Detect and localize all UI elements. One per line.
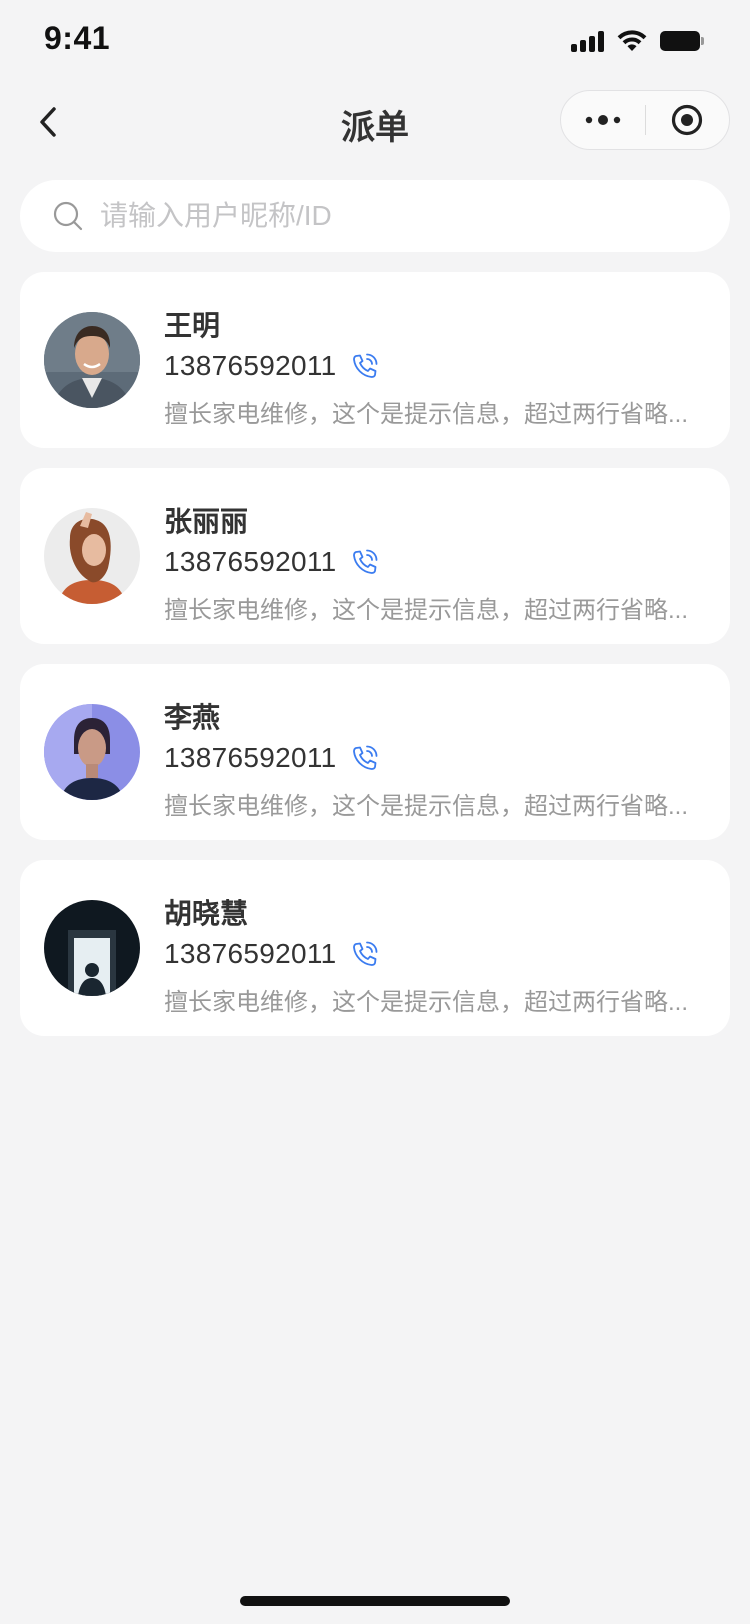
- close-button[interactable]: [646, 91, 730, 149]
- call-button[interactable]: [351, 352, 379, 380]
- avatar: [44, 900, 140, 996]
- nav-bar: 派单: [0, 80, 750, 164]
- phone-number: 13876592011: [164, 546, 337, 577]
- target-circle-icon: [672, 104, 703, 136]
- mini-program-capsule: [560, 90, 730, 150]
- more-dots-icon: [585, 115, 620, 125]
- worker-phone: 13876592011: [164, 546, 379, 578]
- more-button[interactable]: [561, 91, 645, 149]
- search-input[interactable]: [100, 200, 680, 232]
- phone-number: 13876592011: [164, 742, 337, 773]
- worker-name: 王明: [164, 310, 221, 341]
- dispatch-screen: 9:41 派单 请输入用户昵称/ID 王明 13876592011 擅长家电维修…: [0, 0, 750, 1624]
- avatar: [44, 508, 140, 604]
- cellular-signal-icon: [571, 30, 604, 52]
- call-button[interactable]: [351, 548, 379, 576]
- worker-list: 王明 13876592011 擅长家电维修，这个是提示信息，超过两行省略...: [20, 272, 730, 1056]
- avatar: [44, 704, 140, 800]
- worker-card[interactable]: 王明 13876592011 擅长家电维修，这个是提示信息，超过两行省略...: [20, 272, 730, 448]
- search-bar[interactable]: [20, 180, 730, 252]
- worker-card[interactable]: 张丽丽 13876592011 擅长家电维修，这个是提示信息，超过两行省略...: [20, 468, 730, 644]
- battery-icon: [660, 31, 704, 51]
- worker-description: 擅长家电维修，这个是提示信息，超过两行省略...: [164, 793, 689, 820]
- worker-name: 胡晓慧: [164, 898, 249, 929]
- worker-description: 擅长家电维修，这个是提示信息，超过两行省略...: [164, 989, 689, 1016]
- worker-phone: 13876592011: [164, 742, 379, 774]
- call-button[interactable]: [351, 940, 379, 968]
- search-icon: [53, 201, 83, 231]
- phone-call-icon: [352, 549, 377, 574]
- phone-call-icon: [352, 353, 377, 378]
- worker-description: 擅长家电维修，这个是提示信息，超过两行省略...: [164, 597, 689, 624]
- status-bar: 9:41: [0, 0, 750, 80]
- home-indicator: [240, 1596, 510, 1606]
- worker-card[interactable]: 胡晓慧 13876592011 擅长家电维修，这个是提示信息，超过两行省略...: [20, 860, 730, 1036]
- phone-call-icon: [352, 745, 377, 770]
- worker-name: 张丽丽: [164, 506, 249, 537]
- phone-number: 13876592011: [164, 350, 337, 381]
- wifi-icon: [617, 30, 647, 51]
- avatar: [44, 312, 140, 408]
- status-icons: [571, 28, 704, 54]
- call-button[interactable]: [351, 744, 379, 772]
- worker-description: 擅长家电维修，这个是提示信息，超过两行省略...: [164, 401, 689, 428]
- status-time: 9:41: [44, 20, 111, 56]
- worker-phone: 13876592011: [164, 350, 379, 382]
- phone-call-icon: [352, 941, 377, 966]
- worker-phone: 13876592011: [164, 938, 379, 970]
- worker-card[interactable]: 李燕 13876592011 擅长家电维修，这个是提示信息，超过两行省略...: [20, 664, 730, 840]
- worker-name: 李燕: [164, 702, 221, 733]
- phone-number: 13876592011: [164, 938, 337, 969]
